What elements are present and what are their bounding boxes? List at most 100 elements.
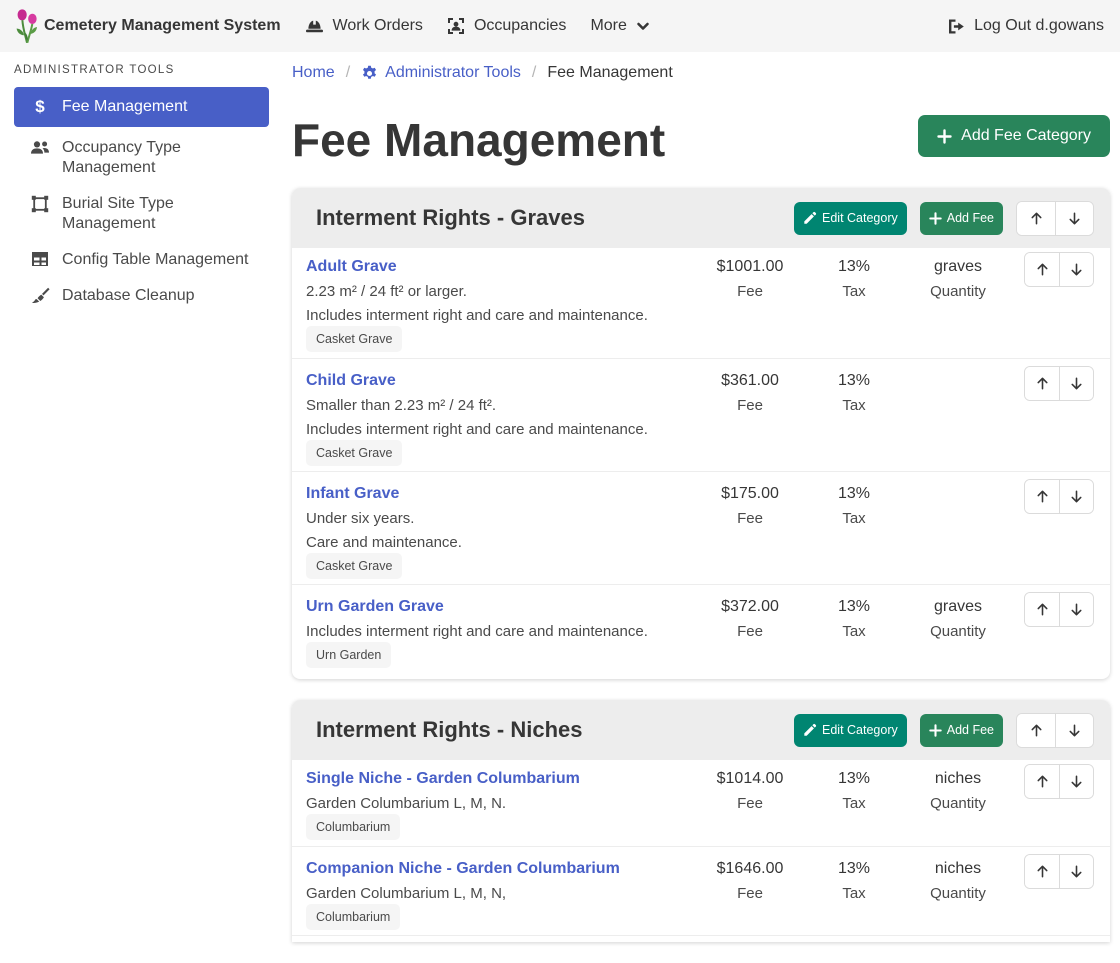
move-category-up-button[interactable] [1017,714,1055,747]
fee-quantity-label: Quantity [906,885,1010,903]
breadcrumb-separator: / [532,64,536,82]
fee-amount: $1646.00 [698,859,802,879]
sidebar-heading: ADMINISTRATOR TOOLS [14,64,269,76]
dollar-icon: $ [30,98,50,116]
category-move-group [1016,201,1094,236]
sidebar-item-burial-site-type[interactable]: Burial Site Type Management [14,189,269,239]
brand[interactable]: Cemetery Management System [0,7,281,45]
nav-occupancies[interactable]: Occupancies [435,0,579,52]
fee-description: Garden Columbarium L, M, N. [306,795,698,813]
move-fee-down-button[interactable] [1059,593,1093,626]
chevron-down-icon [636,19,650,33]
move-fee-down-button[interactable] [1059,765,1093,798]
sidebar-item-occupancy-type[interactable]: Occupancy Type Management [14,133,269,183]
move-fee-up-button[interactable] [1025,367,1059,400]
move-category-down-button[interactable] [1055,714,1093,747]
add-fee-button[interactable]: Add Fee [920,202,1003,235]
edit-category-button[interactable]: Edit Category [794,202,907,235]
sidebar-item-label: Occupancy Type Management [62,138,259,178]
plus-icon [929,724,942,737]
fee-name-link[interactable]: Infant Grave [306,484,399,504]
vector-square-icon [30,195,50,213]
fee-type-badge: Casket Grave [306,553,402,579]
fee-amount-label: Fee [698,795,802,813]
fee-row: Child Grave Smaller than 2.23 m² / 24 ft… [292,358,1110,471]
fee-row: Infant Grave Under six years.Care and ma… [292,471,1110,584]
fee-amount-label: Fee [698,885,802,903]
nav-occupancies-label: Occupancies [474,17,567,35]
nav-work-orders-label: Work Orders [333,17,423,35]
breadcrumb-admin-tools[interactable]: Administrator Tools [361,64,521,82]
fee-type-badge: Columbarium [306,904,400,930]
fee-quantity-col: niches Quantity [906,859,1010,903]
fee-name-link[interactable]: Child Grave [306,371,396,391]
logout-label: Log Out d.gowans [974,17,1104,35]
fee-tax-label: Tax [802,510,906,528]
breadcrumb: Home / Administrator Tools / Fee Managem… [292,64,1110,82]
broom-icon [30,287,50,304]
fee-type-badge: Casket Grave [306,326,402,352]
sidebar-item-fee-management[interactable]: $ Fee Management [14,87,269,127]
move-fee-up-button[interactable] [1025,253,1059,286]
edit-category-button[interactable]: Edit Category [794,714,907,747]
move-fee-up-button[interactable] [1025,480,1059,513]
fee-move-group [1024,764,1094,799]
fee-tax: 13% [802,859,906,879]
fee-move-group [1024,366,1094,401]
fee-amount-col: $361.00 Fee [698,371,802,415]
nav-more[interactable]: More [578,0,661,52]
move-category-down-button[interactable] [1055,202,1093,235]
main-content: Home / Administrator Tools / Fee Managem… [280,52,1120,963]
nav-more-label: More [590,17,626,35]
fee-name-link[interactable]: Urn Garden Grave [306,597,444,617]
fee-quantity-col [906,371,1010,377]
fee-category-card: Interment Rights - Niches Edit Category … [292,700,1110,942]
fee-name-link[interactable]: Adult Grave [306,257,397,277]
breadcrumb-home[interactable]: Home [292,64,335,82]
add-fee-category-button[interactable]: Add Fee Category [918,115,1110,157]
sidebar-item-config-table[interactable]: Config Table Management [14,245,269,275]
fee-category-header: Interment Rights - Niches Edit Category … [292,700,1110,760]
fee-amount-col: $175.00 Fee [698,484,802,528]
move-fee-up-button[interactable] [1025,593,1059,626]
fee-amount: $1014.00 [698,769,802,789]
fee-tax: 13% [802,484,906,504]
move-fee-down-button[interactable] [1059,253,1093,286]
fee-tax-label: Tax [802,795,906,813]
fee-name-link[interactable]: Companion Niche - Garden Columbarium [306,859,620,879]
portrait-frame-icon [447,17,465,35]
pencil-icon [803,211,817,225]
fee-description: Smaller than 2.23 m² / 24 ft². [306,397,698,415]
logout-button[interactable]: Log Out d.gowans [947,17,1120,35]
add-fee-category-label: Add Fee Category [961,127,1091,145]
sidebar-item-database-cleanup[interactable]: Database Cleanup [14,281,269,311]
fee-move-group [1024,592,1094,627]
fee-move-group [1024,479,1094,514]
move-fee-up-button[interactable] [1025,765,1059,798]
move-fee-down-button[interactable] [1059,367,1093,400]
fee-tax: 13% [802,769,906,789]
nav-work-orders[interactable]: Work Orders [293,0,435,52]
fee-amount: $1001.00 [698,257,802,277]
move-fee-up-button[interactable] [1025,855,1059,888]
plus-icon [929,212,942,225]
fee-description: 2.23 m² / 24 ft² or larger. [306,283,698,301]
fee-move-group [1024,854,1094,889]
fee-tax: 13% [802,371,906,391]
move-category-up-button[interactable] [1017,202,1055,235]
fee-name-link[interactable]: Single Niche - Garden Columbarium [306,769,580,789]
fee-tax-col: 13% Tax [802,257,906,301]
sidebar-item-label: Fee Management [62,97,187,117]
users-icon [30,139,50,156]
fee-amount: $175.00 [698,484,802,504]
fee-tax: 13% [802,257,906,277]
fee-quantity: graves [906,597,1010,617]
move-fee-down-button[interactable] [1059,480,1093,513]
move-fee-down-button[interactable] [1059,855,1093,888]
fee-description: Includes interment right and care and ma… [306,307,698,325]
add-fee-button[interactable]: Add Fee [920,714,1003,747]
fee-quantity-label: Quantity [906,623,1010,641]
fee-quantity: niches [906,769,1010,789]
gear-icon [361,65,378,82]
fee-amount-col: $1001.00 Fee [698,257,802,301]
